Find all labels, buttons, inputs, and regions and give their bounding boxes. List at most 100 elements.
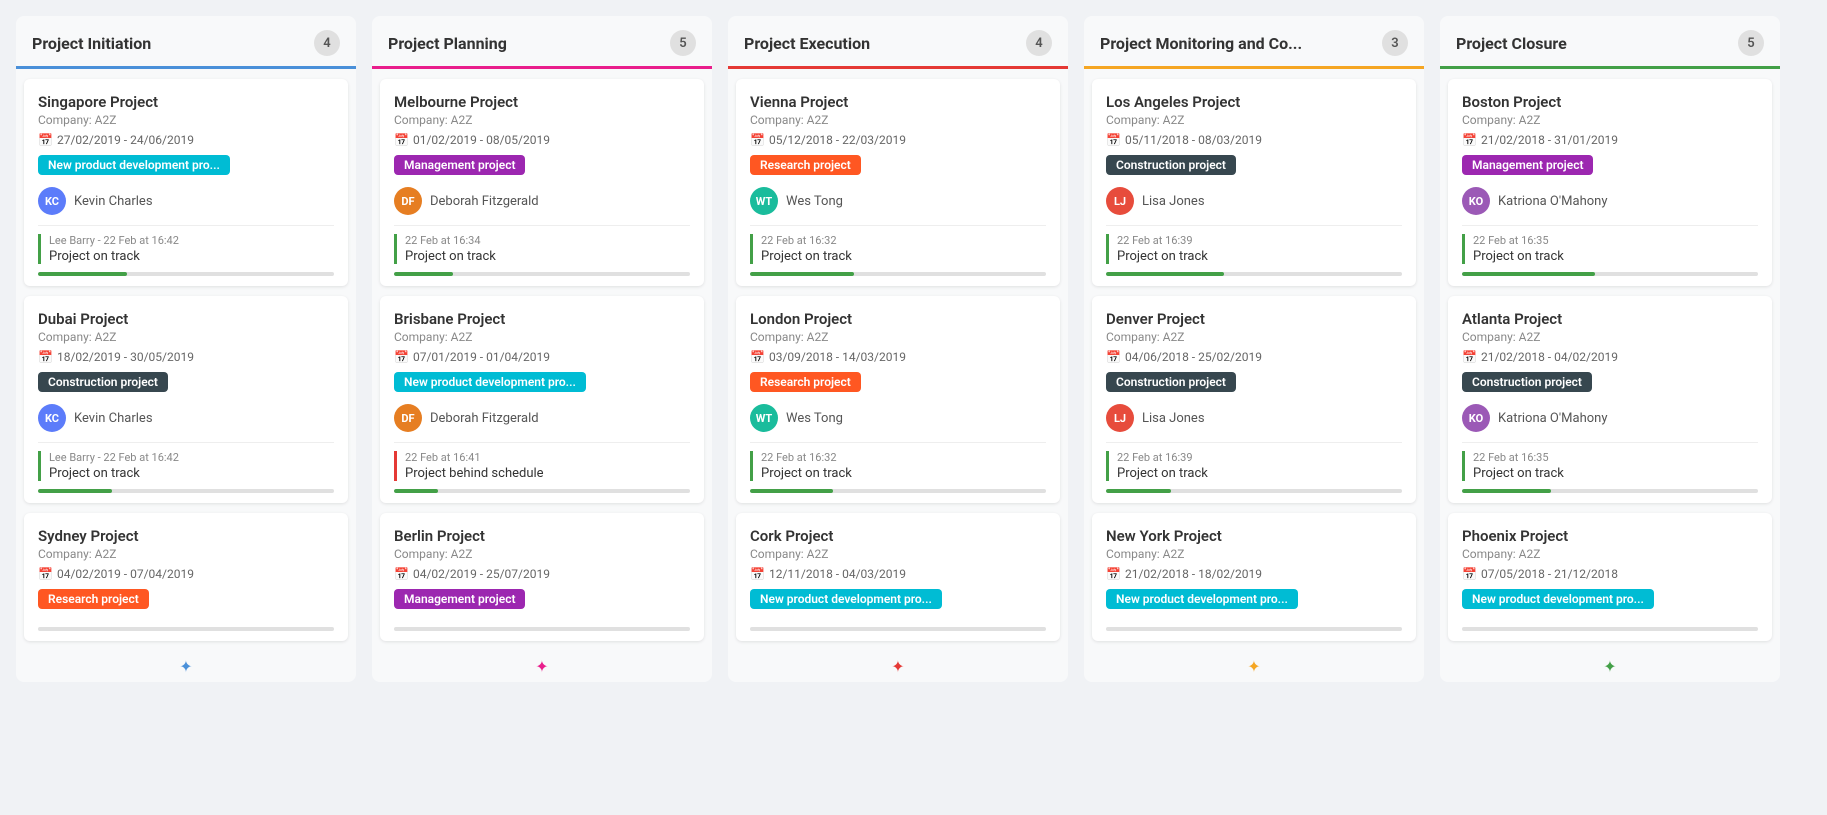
log-date: 22 Feb at 16:39 [1117, 451, 1402, 464]
card-title: Berlin Project [394, 527, 690, 545]
card-divider [750, 442, 1046, 443]
card-divider [38, 225, 334, 226]
card-log: 22 Feb at 16:32Project on track [750, 451, 1046, 481]
card[interactable]: Los Angeles ProjectCompany: A2Z📅05/11/20… [1092, 79, 1416, 286]
progress-bar-container [394, 627, 690, 631]
card-title: Dubai Project [38, 310, 334, 328]
column-initiation: Project Initiation 4 Singapore ProjectComp… [16, 16, 356, 682]
card-title: Melbourne Project [394, 93, 690, 111]
card-title: Cork Project [750, 527, 1046, 545]
log-date: 22 Feb at 16:34 [405, 234, 690, 247]
card[interactable]: London ProjectCompany: A2Z📅03/09/2018 - … [736, 296, 1060, 503]
progress-bar-container [1462, 627, 1758, 631]
card-company: Company: A2Z [1462, 547, 1758, 561]
card-title: Denver Project [1106, 310, 1402, 328]
card-log: 22 Feb at 16:35Project on track [1462, 234, 1758, 264]
column-bottom-icon[interactable]: ✦ [372, 651, 712, 682]
card[interactable]: Dubai ProjectCompany: A2Z📅18/02/2019 - 3… [24, 296, 348, 503]
log-status: Project behind schedule [405, 466, 690, 481]
card-tag: Management project [394, 589, 525, 609]
column-planning: Project Planning5 Melbourne ProjectCompan… [372, 16, 712, 682]
log-status: Project on track [761, 466, 1046, 481]
column-bottom-icon[interactable]: ✦ [728, 651, 1068, 682]
card[interactable]: Berlin ProjectCompany: A2Z📅04/02/2019 - … [380, 513, 704, 641]
card-dates: 📅04/06/2018 - 25/02/2019 [1106, 350, 1402, 364]
card[interactable]: Boston ProjectCompany: A2Z📅21/02/2018 - … [1448, 79, 1772, 286]
card[interactable]: Phoenix ProjectCompany: A2Z📅07/05/2018 -… [1448, 513, 1772, 641]
card[interactable]: New York ProjectCompany: A2Z📅21/02/2018 … [1092, 513, 1416, 641]
card-assignee: KCKevin Charles [38, 187, 334, 215]
progress-bar [394, 272, 453, 276]
progress-bar-container [394, 272, 690, 276]
card-dates: 📅21/02/2018 - 18/02/2019 [1106, 567, 1402, 581]
card-tag: Research project [38, 589, 149, 609]
calendar-icon: 📅 [1462, 567, 1477, 581]
card[interactable]: Denver ProjectCompany: A2Z📅04/06/2018 - … [1092, 296, 1416, 503]
card-log: 22 Feb at 16:39Project on track [1106, 234, 1402, 264]
avatar: WT [750, 404, 778, 432]
column-bottom-icon[interactable]: ✦ [1440, 651, 1780, 682]
card-dates-text: 03/09/2018 - 14/03/2019 [769, 350, 906, 364]
card-assignee: LJLisa Jones [1106, 404, 1402, 432]
card-tag: New product development pro... [394, 372, 586, 392]
calendar-icon: 📅 [750, 567, 765, 581]
card-log: 22 Feb at 16:32Project on track [750, 234, 1046, 264]
column-count-initiation: 4 [314, 30, 340, 56]
column-monitoring: Project Monitoring and Co...3Los Angeles… [1084, 16, 1424, 682]
card-divider [394, 225, 690, 226]
progress-bar-container [38, 627, 334, 631]
log-date: 22 Feb at 16:41 [405, 451, 690, 464]
card-assignee: DFDeborah Fitzgerald [394, 404, 690, 432]
column-bottom-icon[interactable]: ✦ [16, 651, 356, 682]
column-execution: Project Execution4 Vienna ProjectCompany:… [728, 16, 1068, 682]
card-dates: 📅21/02/2018 - 04/02/2019 [1462, 350, 1758, 364]
card-tag: New product development pro... [1106, 589, 1298, 609]
log-date: 22 Feb at 16:35 [1473, 234, 1758, 247]
column-count-execution: 4 [1026, 30, 1052, 56]
card-dates: 📅21/02/2018 - 31/01/2019 [1462, 133, 1758, 147]
card-company: Company: A2Z [1106, 113, 1402, 127]
calendar-icon: 📅 [394, 350, 409, 364]
card-assignee: DFDeborah Fitzgerald [394, 187, 690, 215]
card-title: Brisbane Project [394, 310, 690, 328]
card[interactable]: Atlanta ProjectCompany: A2Z📅21/02/2018 -… [1448, 296, 1772, 503]
assignee-name: Wes Tong [786, 411, 843, 426]
column-bottom-icon[interactable]: ✦ [1084, 651, 1424, 682]
calendar-icon: 📅 [38, 567, 53, 581]
log-date: 22 Feb at 16:35 [1473, 451, 1758, 464]
log-status: Project on track [1117, 466, 1402, 481]
card-dates-text: 12/11/2018 - 04/03/2019 [769, 567, 906, 581]
progress-bar-container [750, 272, 1046, 276]
card-divider [750, 225, 1046, 226]
card-title: Phoenix Project [1462, 527, 1758, 545]
card[interactable]: Vienna ProjectCompany: A2Z📅05/12/2018 - … [736, 79, 1060, 286]
progress-bar-container [750, 627, 1046, 631]
card-log: Lee Barry - 22 Feb at 16:42Project on tr… [38, 451, 334, 481]
card-assignee: WT Wes Tong [750, 404, 1046, 432]
card-assignee: KOKatriona O'Mahony [1462, 404, 1758, 432]
avatar: KO [1462, 187, 1490, 215]
progress-bar-container [1106, 272, 1402, 276]
card-tag: Construction project [1106, 372, 1236, 392]
card-title: Boston Project [1462, 93, 1758, 111]
card[interactable]: Singapore ProjectCompany: A2Z📅27/02/2019… [24, 79, 348, 286]
card-dates-text: 01/02/2019 - 08/05/2019 [413, 133, 550, 147]
card-dates: 📅05/12/2018 - 22/03/2019 [750, 133, 1046, 147]
column-title-planning: Project Planning [388, 34, 507, 53]
column-title-initiation: Project Initiation [32, 34, 151, 53]
card-dates: 📅 04/02/2019 - 07/04/2019 [38, 567, 334, 581]
card-dates-text: 04/02/2019 - 07/04/2019 [57, 567, 194, 581]
card-title: Sydney Project [38, 527, 334, 545]
card-dates-text: 05/12/2018 - 22/03/2019 [769, 133, 906, 147]
assignee-name: Lisa Jones [1142, 411, 1205, 426]
card[interactable]: Sydney ProjectCompany: A2Z📅04/02/2019 - … [24, 513, 348, 641]
column-header-planning: Project Planning5 [372, 16, 712, 69]
progress-bar [1462, 489, 1551, 493]
column-header-execution: Project Execution4 [728, 16, 1068, 69]
progress-bar [1462, 272, 1595, 276]
card[interactable]: Brisbane ProjectCompany: A2Z📅07/01/2019 … [380, 296, 704, 503]
card-dates: 📅03/09/2018 - 14/03/2019 [750, 350, 1046, 364]
card[interactable]: Cork ProjectCompany: A2Z📅12/11/2018 - 04… [736, 513, 1060, 641]
card[interactable]: Melbourne ProjectCompany: A2Z📅01/02/2019… [380, 79, 704, 286]
assignee-name: Kevin Charles [74, 194, 153, 209]
